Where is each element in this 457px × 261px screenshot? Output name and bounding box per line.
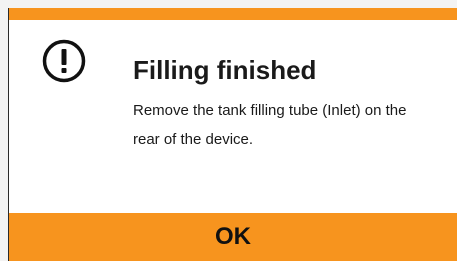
exclamation-circle-icon: [42, 39, 86, 83]
alert-dialog: Filling finished Remove the tank filling…: [8, 8, 457, 261]
dialog-accent-bar: [9, 8, 457, 20]
dialog-message: Remove the tank filling tube (Inlet) on …: [133, 102, 407, 148]
dialog-title: Filling finished: [133, 55, 317, 85]
ok-button[interactable]: OK: [9, 213, 457, 261]
